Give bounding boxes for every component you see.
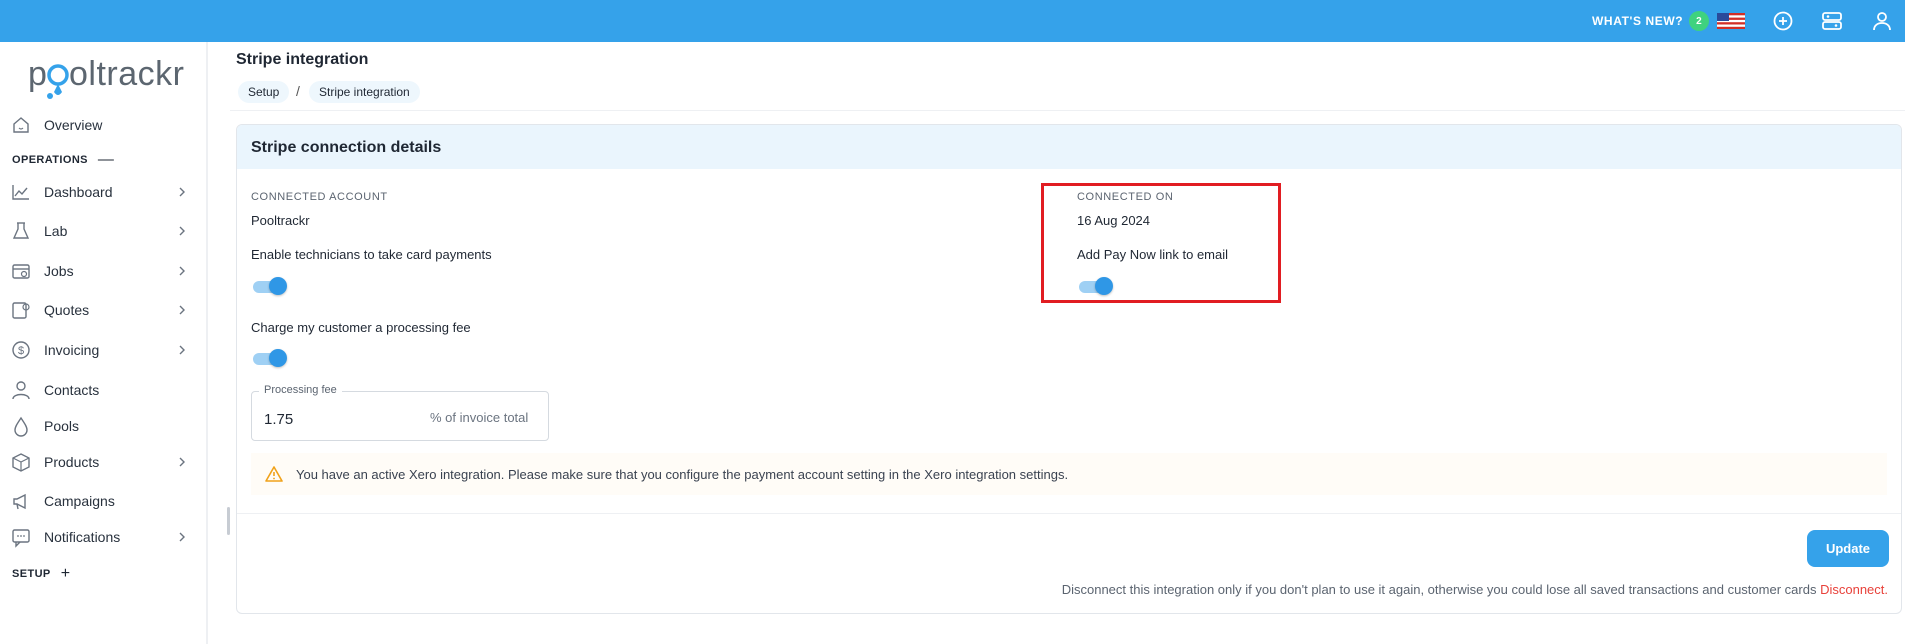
- processing-fee-toggle[interactable]: [251, 347, 287, 369]
- whats-new-label: WHAT'S NEW?: [1592, 14, 1684, 28]
- message-icon: [12, 529, 30, 548]
- sidebar-item-label: Notifications: [44, 529, 121, 545]
- us-flag-icon[interactable]: [1717, 13, 1745, 29]
- sidebar-resize-handle[interactable]: [227, 507, 230, 535]
- flask-icon: [12, 222, 30, 239]
- warning-icon: [265, 466, 283, 482]
- sidebar-item-quotes[interactable]: Quotes: [0, 295, 200, 325]
- enable-card-payments-toggle[interactable]: [251, 275, 287, 297]
- connected-account-value: Pooltrackr: [251, 213, 310, 228]
- sidebar-item-label: Dashboard: [44, 184, 113, 200]
- whats-new-button[interactable]: WHAT'S NEW? 2: [1592, 11, 1710, 31]
- breadcrumb-setup[interactable]: Setup: [238, 81, 290, 103]
- update-button[interactable]: Update: [1807, 530, 1889, 567]
- collapse-icon[interactable]: —: [98, 151, 114, 169]
- home-icon: [13, 117, 29, 133]
- settings-panel-icon[interactable]: [1820, 9, 1844, 33]
- sidebar-item-contacts[interactable]: Contacts: [0, 375, 200, 405]
- breadcrumb-separator: /: [296, 83, 300, 99]
- processing-fee-input[interactable]: [264, 409, 404, 429]
- box-icon: [12, 453, 30, 472]
- svg-text:p: p: [28, 55, 47, 93]
- breadcrumb-current: Stripe integration: [309, 81, 420, 103]
- header-divider: [230, 110, 1905, 111]
- sidebar-item-label: Lab: [44, 223, 68, 239]
- sidebar-item-products[interactable]: Products: [0, 447, 200, 477]
- setup-section-header[interactable]: SETUP +: [12, 565, 70, 583]
- processing-fee-suffix: % of invoice total: [430, 410, 529, 425]
- sidebar-item-label: Quotes: [44, 302, 90, 318]
- enable-card-payments-label: Enable technicians to take card payments: [251, 247, 492, 262]
- megaphone-icon: [13, 493, 26, 510]
- card-title: Stripe connection details: [251, 139, 442, 156]
- whats-new-count-badge: 2: [1689, 11, 1710, 31]
- expand-icon[interactable]: +: [61, 565, 71, 583]
- card-header: Stripe connection details: [237, 125, 1901, 169]
- sidebar-item-jobs[interactable]: Jobs: [0, 256, 200, 286]
- sidebar-item-pools[interactable]: Pools: [0, 411, 200, 441]
- sidebar-item-campaigns[interactable]: Campaigns: [0, 486, 200, 516]
- sidebar-item-dashboard[interactable]: Dashboard: [0, 177, 200, 207]
- sidebar-item-label: Jobs: [44, 263, 74, 279]
- chart-icon: [12, 185, 29, 200]
- sidebar-item-label: Overview: [44, 117, 103, 133]
- dollar-icon: $: [12, 341, 30, 359]
- operations-label: OPERATIONS: [12, 154, 88, 166]
- sidebar-item-label: Products: [44, 454, 100, 470]
- sidebar-item-label: Contacts: [44, 382, 100, 398]
- sidebar-item-invoicing[interactable]: $ Invoicing: [0, 335, 200, 365]
- user-icon[interactable]: [1870, 9, 1894, 33]
- chevron-right-icon: [179, 457, 185, 467]
- chevron-right-icon: [179, 305, 185, 315]
- jobs-icon: [12, 264, 30, 279]
- disconnect-link[interactable]: Disconnect.: [1820, 582, 1888, 597]
- sidebar-item-notifications[interactable]: Notifications: [0, 522, 200, 552]
- sidebar-divider: [206, 42, 208, 644]
- warning-text: You have an active Xero integration. Ple…: [296, 466, 1069, 482]
- sidebar-item-overview[interactable]: Overview: [0, 110, 200, 140]
- highlight-annotation-box: [1041, 183, 1281, 303]
- disconnect-note: Disconnect this integration only if you …: [1062, 582, 1888, 597]
- drop-icon: [14, 416, 28, 437]
- setup-label: SETUP: [12, 568, 51, 580]
- processing-fee-field-label: Processing fee: [259, 384, 342, 396]
- plus-circle-icon[interactable]: [1771, 9, 1795, 33]
- processing-fee-toggle-label: Charge my customer a processing fee: [251, 320, 471, 335]
- disconnect-note-text: Disconnect this integration only if you …: [1061, 582, 1817, 597]
- svg-text:$: $: [18, 345, 24, 357]
- sidebar-item-lab[interactable]: Lab: [0, 216, 200, 246]
- svg-text:oltrackr: oltrackr: [69, 55, 184, 93]
- connected-account-label: CONNECTED ACCOUNT: [251, 191, 388, 203]
- top-bar: WHAT'S NEW? 2: [0, 0, 1905, 42]
- chevron-right-icon: [179, 345, 185, 355]
- processing-fee-field: Processing fee % of invoice total: [251, 384, 549, 441]
- page-title: Stripe integration: [236, 51, 369, 68]
- card-footer-divider: [237, 513, 1901, 514]
- operations-section-header[interactable]: OPERATIONS —: [12, 151, 114, 169]
- xero-warning-banner: You have an active Xero integration. Ple…: [251, 453, 1887, 495]
- sidebar-item-label: Campaigns: [44, 493, 115, 509]
- sidebar-item-label: Pools: [44, 418, 80, 434]
- chevron-right-icon: [179, 266, 185, 276]
- toggle-knob: [269, 277, 287, 295]
- toggle-knob: [269, 349, 287, 367]
- quote-icon: [12, 302, 30, 319]
- chevron-right-icon: [179, 187, 185, 197]
- chevron-right-icon: [179, 226, 185, 236]
- person-icon: [12, 381, 30, 400]
- chevron-right-icon: [179, 532, 185, 542]
- sidebar-item-label: Invoicing: [44, 342, 100, 358]
- pooltrackr-logo[interactable]: p oltrackr: [28, 52, 192, 102]
